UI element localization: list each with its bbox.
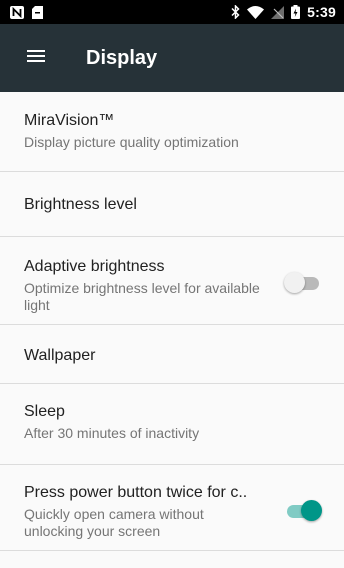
page-title: Display [86,46,158,69]
battery-icon [291,5,301,19]
sleep-preference[interactable]: Sleep After 30 minutes of inactivity [0,384,344,465]
hamburger-menu-icon [27,49,45,67]
bluetooth-icon [231,5,240,19]
sd-card-icon [32,5,43,19]
status-time: 5:39 [307,4,336,20]
wallpaper-preference[interactable]: Wallpaper [0,325,344,384]
status-right-icons: 5:39 [231,4,336,20]
preference-title: Sleep [24,403,65,420]
preference-summary: After 30 minutes of inactivity [24,425,200,441]
power-button-camera-preference[interactable]: Press power button twice for c.. Quickly… [0,465,344,551]
preference-title: Wallpaper [24,347,96,364]
no-signal-icon [271,5,285,19]
navigation-menu-button[interactable] [8,30,64,86]
miravision-preference[interactable]: MiraVision™ Display picture quality opti… [0,92,344,172]
preference-title: Press power button twice for c.. [24,484,248,501]
switch-thumb [284,272,305,293]
wifi-icon [247,5,265,19]
power-button-camera-toggle[interactable] [284,500,322,522]
adaptive-brightness-toggle[interactable] [284,272,322,294]
preference-title: Brightness level [24,196,137,213]
preference-title: Adaptive brightness [24,258,165,275]
nfc-icon [10,5,24,19]
preference-summary: Display picture quality optimization [24,134,239,150]
preference-summary: Quickly open camera without unlocking yo… [24,506,204,539]
status-left-icons [10,5,43,19]
settings-list: MiraVision™ Display picture quality opti… [0,92,344,551]
brightness-level-preference[interactable]: Brightness level [0,172,344,237]
status-bar: 5:39 [0,0,344,24]
preference-summary: Optimize brightness level for available … [24,280,260,313]
preference-title: MiraVision™ [24,112,115,129]
app-bar: Display [0,24,344,92]
adaptive-brightness-preference[interactable]: Adaptive brightness Optimize brightness … [0,237,344,325]
switch-thumb [301,500,322,521]
